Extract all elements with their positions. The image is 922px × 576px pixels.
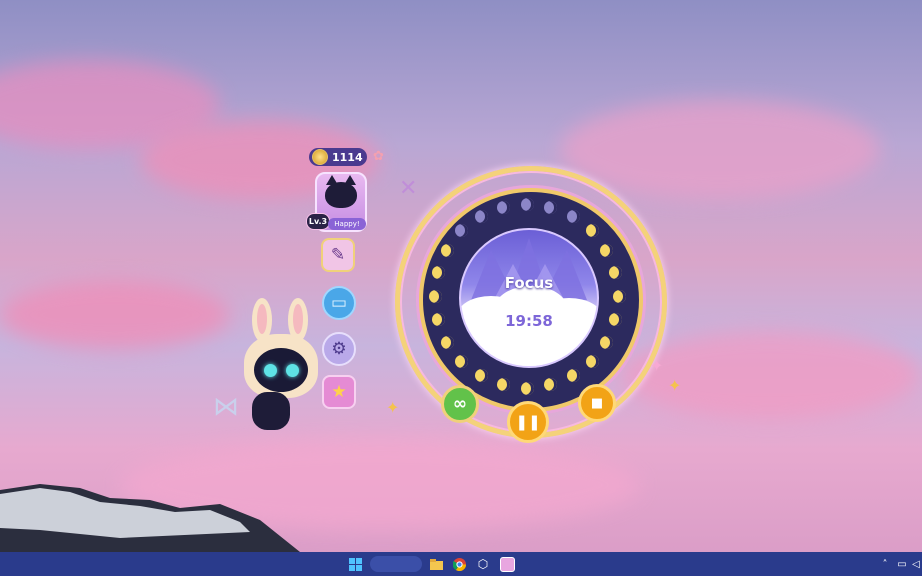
stop-icon: ■ bbox=[590, 395, 604, 411]
moon-phase-icon bbox=[566, 369, 580, 383]
moon-phase-icon bbox=[474, 209, 488, 223]
moon-phase-icon bbox=[520, 197, 534, 211]
moon-phase-icon bbox=[612, 289, 626, 303]
moon-phase-icon bbox=[455, 354, 469, 368]
moon-phase-icon bbox=[431, 313, 445, 327]
infinity-mode-button[interactable]: ∞ bbox=[441, 385, 479, 423]
bunny-eye bbox=[286, 364, 299, 377]
infinity-icon: ∞ bbox=[452, 394, 468, 414]
chevron-up-icon[interactable]: ˄ bbox=[879, 556, 891, 572]
moon-phase-icon bbox=[520, 381, 534, 395]
windows-icon[interactable] bbox=[347, 556, 363, 572]
star-icon: ★ bbox=[331, 382, 347, 402]
moon-phase-icon bbox=[496, 200, 510, 214]
pause-icon: ❚❚ bbox=[515, 413, 541, 431]
timer-mode-label: Focus bbox=[504, 274, 554, 292]
background-cloud bbox=[0, 280, 230, 350]
journal-icon: ✎ bbox=[330, 245, 346, 265]
background-cloud bbox=[560, 100, 880, 200]
mountain bbox=[0, 484, 300, 552]
settings-icon: ⚙ bbox=[331, 339, 347, 359]
moon-phase-icon bbox=[474, 369, 488, 383]
coin-count: 1114 bbox=[332, 150, 363, 164]
moon-phase-icon bbox=[600, 243, 614, 257]
ribbon-bow-icon: ⋈ bbox=[213, 392, 239, 422]
bunny-face bbox=[254, 348, 308, 392]
screen-icon: ▭ bbox=[330, 293, 348, 313]
moon-phase-icon bbox=[585, 354, 599, 368]
mood-label: Happy! bbox=[328, 218, 366, 230]
bunny-ear bbox=[288, 298, 308, 342]
moon-phase-icon bbox=[428, 289, 442, 303]
moon-phase-icon bbox=[609, 265, 623, 279]
chrome-icon[interactable] bbox=[451, 556, 467, 572]
favorites-button[interactable]: ★ bbox=[322, 375, 356, 409]
moon-phase-icon bbox=[585, 224, 599, 238]
moon-phase-icon bbox=[440, 243, 454, 257]
network-icon[interactable]: ▭ bbox=[896, 556, 908, 572]
pause-button[interactable]: ❚❚ bbox=[507, 401, 549, 443]
close-icon[interactable]: ✕ bbox=[399, 176, 417, 201]
moon-phase-icon bbox=[544, 200, 558, 214]
sparkle-icon: ✦ bbox=[386, 398, 400, 417]
stop-button[interactable]: ■ bbox=[578, 384, 616, 422]
coin-counter[interactable]: 1114 bbox=[309, 148, 367, 166]
bunny-pet[interactable] bbox=[244, 298, 318, 398]
timer-face: Focus 19:58 bbox=[459, 228, 599, 368]
moon-phase-icon bbox=[566, 209, 580, 223]
settings-button[interactable]: ⚙ bbox=[322, 332, 356, 366]
taskbar: ⬡ ˄ ▭ ◁ bbox=[0, 552, 922, 576]
sparkle-icon: ✦ bbox=[650, 356, 664, 375]
sparkle-icon: ✦ bbox=[668, 376, 682, 395]
file-explorer-icon[interactable] bbox=[428, 556, 444, 572]
volume-icon[interactable]: ◁ bbox=[910, 556, 922, 572]
cat-avatar-face bbox=[325, 175, 357, 208]
screen-button[interactable]: ▭ bbox=[322, 286, 356, 320]
pet-app-icon[interactable] bbox=[498, 556, 516, 572]
journal-button[interactable]: ✎ bbox=[321, 238, 355, 272]
coin-icon bbox=[312, 149, 328, 165]
moon-phase-icon bbox=[600, 335, 614, 349]
bunny-eye bbox=[264, 364, 277, 377]
taskbar-search[interactable] bbox=[370, 556, 422, 572]
moon-phase-icon bbox=[496, 378, 510, 392]
background-cloud bbox=[620, 330, 920, 420]
app-icon[interactable]: ⬡ bbox=[475, 556, 491, 572]
level-badge: Lv.3 bbox=[306, 213, 330, 230]
timer-countdown: 19:58 bbox=[505, 312, 553, 330]
flower-icon: ✿ bbox=[373, 149, 384, 164]
cat-ear bbox=[344, 175, 356, 185]
bunny-body bbox=[252, 392, 290, 430]
cat-ear bbox=[326, 175, 338, 185]
bunny-ear bbox=[252, 298, 272, 342]
moon-phase-icon bbox=[440, 335, 454, 349]
moon-phase-icon bbox=[431, 265, 445, 279]
